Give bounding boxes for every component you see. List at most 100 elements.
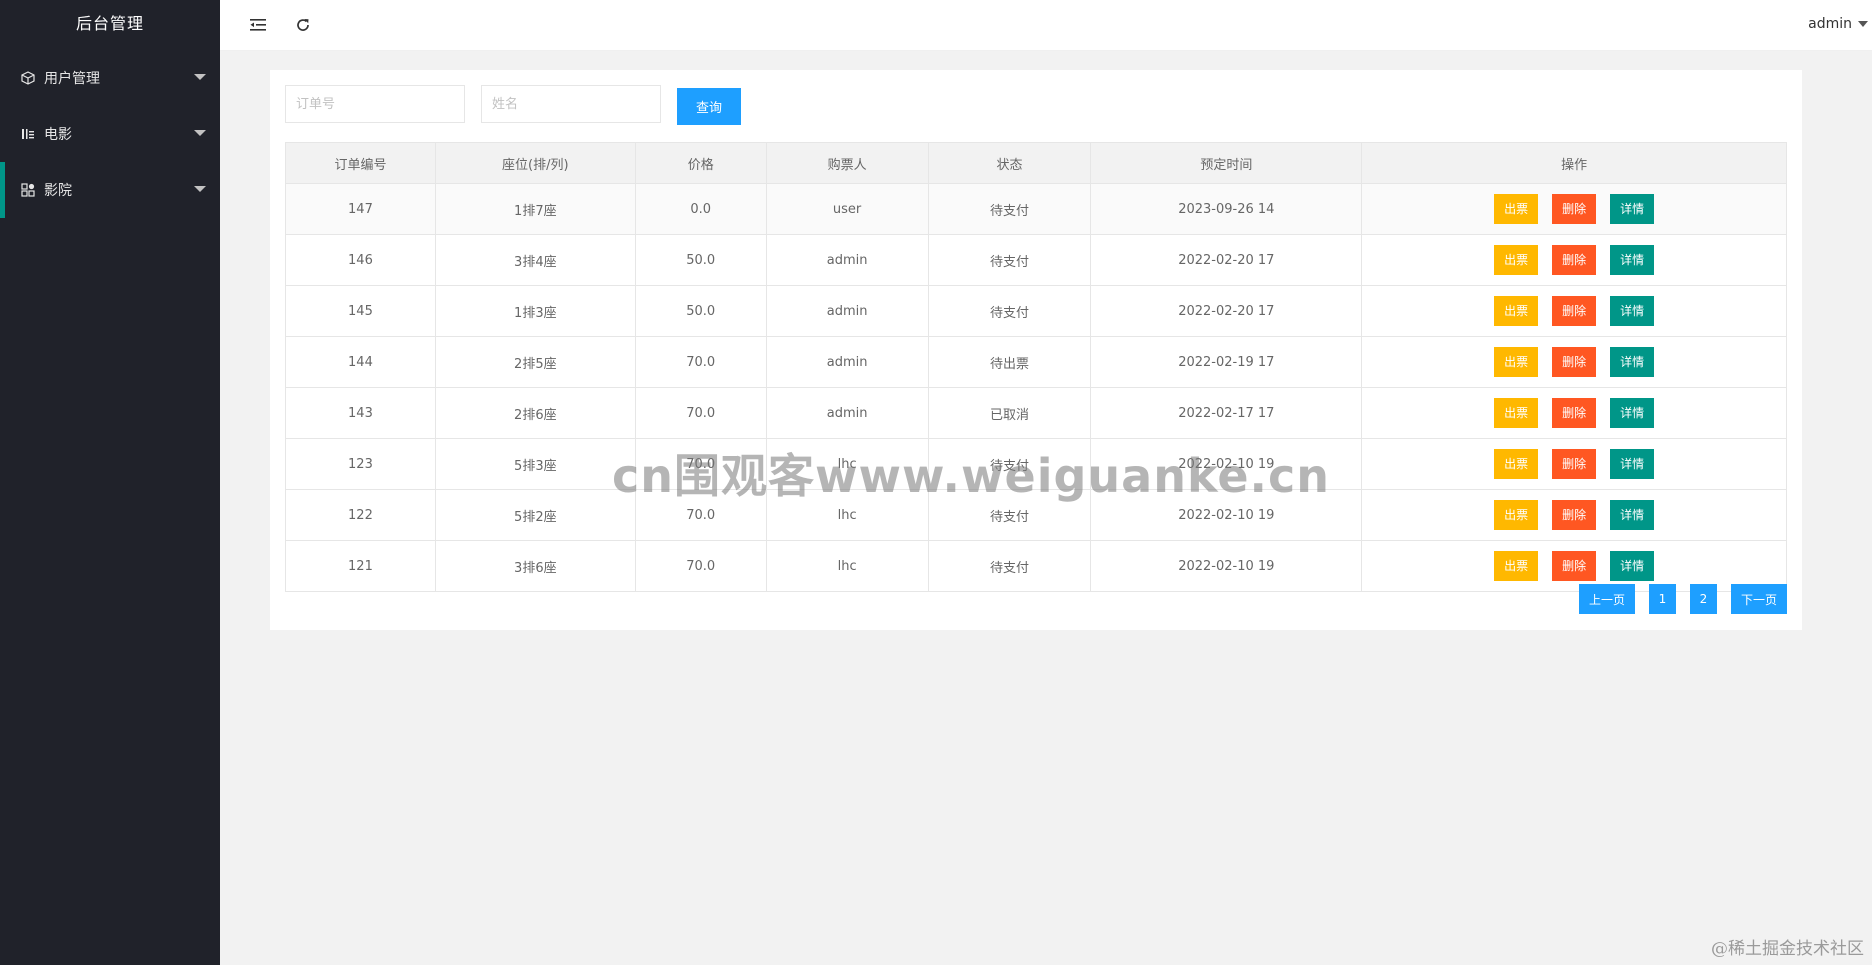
buyer-cell: admin [765,387,929,439]
table-row: 121 3排6座 70.0 lhc 待支付 2022-02-10 19 出票 删除 详情 [285,540,1787,592]
status-cell: 已取消 [927,387,1092,439]
sidebar-item-label: 电影 [44,127,72,143]
status-cell: 待支付 [927,438,1092,490]
table-row: 144 2排5座 70.0 admin 待出票 2022-02-19 17 出票 删除 详情 [285,336,1787,388]
table-header-row: 订单编号 座位(排/列) 价格 购票人 状态 预定时间 操作 [285,142,1787,184]
issue-ticket-button[interactable]: 出票 [1494,245,1539,275]
order-id-cell: 123 [285,438,436,490]
status-cell: 待支付 [927,234,1092,286]
delete-button[interactable]: 删除 [1552,449,1597,479]
delete-button[interactable]: 删除 [1552,398,1597,428]
booking-time-cell: 2022-02-17 17 [1090,387,1363,439]
order-id-cell: 121 [285,540,436,592]
column-header: 操作 [1361,142,1787,184]
price-cell: 0.0 [634,183,767,235]
details-button[interactable]: 详情 [1610,500,1655,530]
name-input[interactable] [481,85,661,123]
order-id-cell: 144 [285,336,436,388]
issue-ticket-button[interactable]: 出票 [1494,296,1539,326]
booking-time-cell: 2022-02-10 19 [1090,540,1363,592]
app-title: 后台管理 [75,14,144,33]
apps-icon [20,182,36,198]
price-cell: 70.0 [634,387,767,439]
table-row: 143 2排6座 70.0 admin 已取消 2022-02-17 17 出票 删除 详情 [285,387,1787,439]
buyer-cell: admin [765,285,929,337]
booking-time-cell: 2022-02-20 17 [1090,285,1363,337]
delete-button[interactable]: 删除 [1552,245,1597,275]
status-cell: 待支付 [927,489,1092,541]
sidebar-item-label: 影院 [44,183,72,199]
issue-ticket-button[interactable]: 出票 [1494,194,1539,224]
actions-cell: 出票 删除 详情 [1361,336,1787,388]
buyer-cell: lhc [765,438,929,490]
film-icon [20,126,36,142]
sidebar-item-label: 用户管理 [44,71,100,87]
order-id-cell: 145 [285,285,436,337]
issue-ticket-button[interactable]: 出票 [1494,500,1539,530]
price-cell: 50.0 [634,285,767,337]
seat-cell: 2排6座 [434,387,636,439]
sidebar-item-movies[interactable]: 电影 [0,106,220,162]
details-button[interactable]: 详情 [1610,296,1655,326]
page-1-button[interactable]: 1 [1649,584,1676,614]
booking-time-cell: 2022-02-10 19 [1090,438,1363,490]
caret-down-icon [1858,21,1868,27]
buyer-cell: admin [765,336,929,388]
details-button[interactable]: 详情 [1610,245,1655,275]
delete-button[interactable]: 删除 [1552,194,1597,224]
status-cell: 待支付 [927,285,1092,337]
buyer-cell: lhc [765,540,929,592]
details-button[interactable]: 详情 [1610,398,1655,428]
details-button[interactable]: 详情 [1610,194,1655,224]
booking-time-cell: 2022-02-19 17 [1090,336,1363,388]
status-cell: 待支付 [927,540,1092,592]
price-cell: 50.0 [634,234,767,286]
table-row: 122 5排2座 70.0 lhc 待支付 2022-02-10 19 出票 删除 详情 [285,489,1787,541]
delete-button[interactable]: 删除 [1552,551,1597,581]
page-2-button[interactable]: 2 [1690,584,1717,614]
issue-ticket-button[interactable]: 出票 [1494,347,1539,377]
issue-ticket-button[interactable]: 出票 [1494,398,1539,428]
menu-collapse-icon[interactable] [248,15,268,35]
column-header: 购票人 [765,142,929,184]
credit-text: @稀土掘金技术社区 [1711,939,1864,959]
prev-page-button[interactable]: 上一页 [1579,584,1635,614]
actions-cell: 出票 删除 详情 [1361,183,1787,235]
delete-button[interactable]: 删除 [1552,296,1597,326]
seat-cell: 5排2座 [434,489,636,541]
order-id-cell: 143 [285,387,436,439]
details-button[interactable]: 详情 [1610,551,1655,581]
delete-button[interactable]: 删除 [1552,500,1597,530]
column-header: 订单编号 [285,142,436,184]
column-header: 状态 [927,142,1092,184]
order-id-cell: 146 [285,234,436,286]
booking-time-cell: 2023-09-26 14 [1090,183,1363,235]
price-cell: 70.0 [634,489,767,541]
sidebar-item-user-management[interactable]: 用户管理 [0,50,220,106]
seat-cell: 5排3座 [434,438,636,490]
column-header: 价格 [634,142,767,184]
next-page-button[interactable]: 下一页 [1731,584,1787,614]
issue-ticket-button[interactable]: 出票 [1494,551,1539,581]
delete-button[interactable]: 删除 [1552,347,1597,377]
price-cell: 70.0 [634,438,767,490]
query-button[interactable]: 查询 [677,88,741,125]
seat-cell: 1排7座 [434,183,636,235]
issue-ticket-button[interactable]: 出票 [1494,449,1539,479]
chevron-down-icon [194,130,206,136]
seat-cell: 2排5座 [434,336,636,388]
details-button[interactable]: 详情 [1610,347,1655,377]
orders-table: 订单编号 座位(排/列) 价格 购票人 状态 预定时间 操作 147 1排7座 0.… [285,142,1787,592]
seat-cell: 3排4座 [434,234,636,286]
order-number-input[interactable] [285,85,465,123]
seat-cell: 3排6座 [434,540,636,592]
actions-cell: 出票 删除 详情 [1361,438,1787,490]
buyer-cell: admin [765,234,929,286]
details-button[interactable]: 详情 [1610,449,1655,479]
seat-cell: 1排3座 [434,285,636,337]
buyer-cell: lhc [765,489,929,541]
sidebar-item-cinemas[interactable]: 影院 [0,162,220,218]
user-menu[interactable]: admin [1808,16,1868,32]
refresh-icon[interactable] [293,15,313,35]
table-row: 123 5排3座 70.0 lhc 待支付 2022-02-10 19 出票 删除 详情 [285,438,1787,490]
